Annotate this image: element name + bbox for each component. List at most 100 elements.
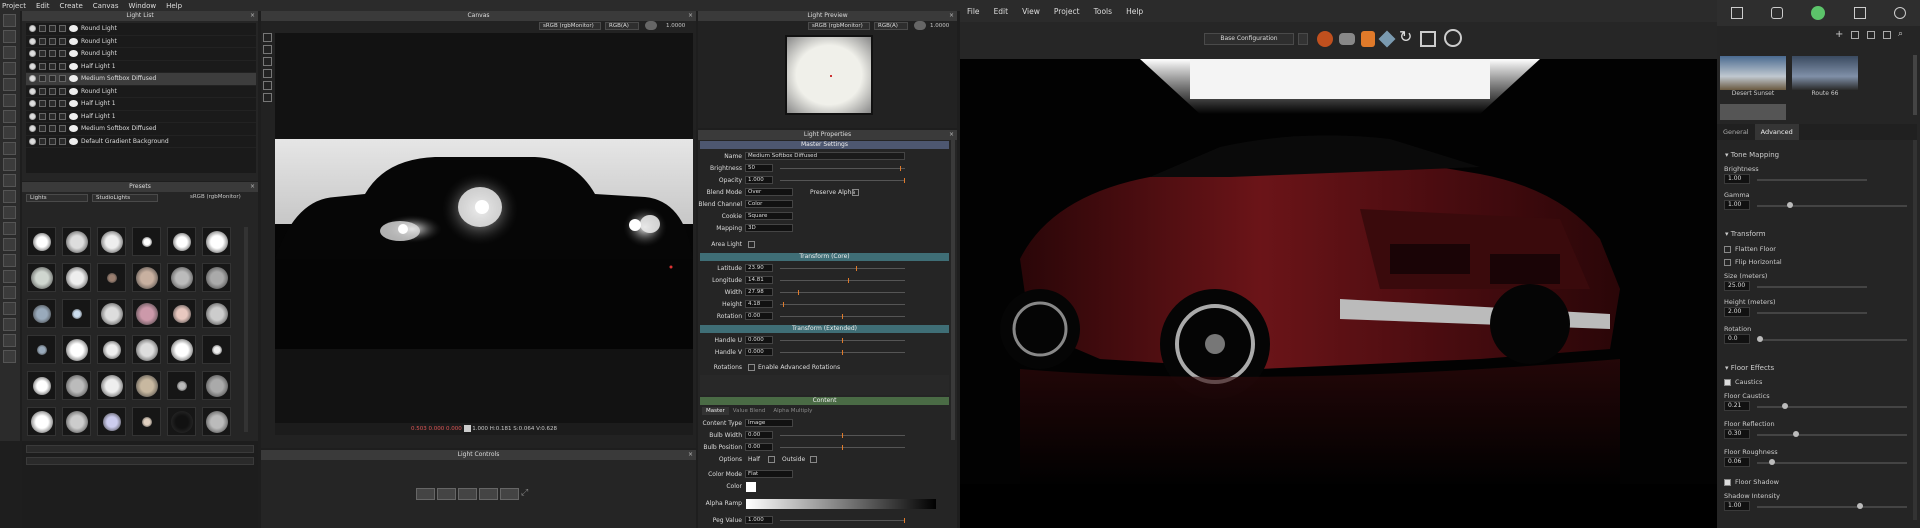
tool-button[interactable]: [3, 206, 16, 219]
lock-icon[interactable]: [49, 125, 56, 133]
handle-u-field[interactable]: 0.000: [745, 336, 773, 344]
menu-create[interactable]: Create: [60, 2, 83, 10]
camera-icon[interactable]: [1420, 31, 1436, 47]
cube-icon[interactable]: [1731, 7, 1744, 19]
list-view-icon[interactable]: [1883, 31, 1891, 39]
tool-button[interactable]: [3, 238, 16, 251]
tool-button[interactable]: [3, 302, 16, 315]
canvas-tool[interactable]: [263, 81, 272, 90]
tool-button[interactable]: [3, 62, 16, 75]
env-thumb-desert-sunset[interactable]: [1720, 56, 1786, 90]
light-list-item[interactable]: Medium Softbox Diffused: [26, 73, 256, 86]
render-viewport[interactable]: [960, 59, 1717, 484]
control-button[interactable]: [458, 488, 477, 500]
lock-icon[interactable]: [49, 62, 56, 70]
tab-advanced[interactable]: Advanced: [1754, 124, 1799, 140]
tool-button[interactable]: [3, 126, 16, 139]
tool-button[interactable]: [3, 286, 16, 299]
light-list-item[interactable]: Half Light 1: [26, 98, 256, 111]
height-field[interactable]: 2.00: [1724, 307, 1750, 317]
preset-thumbnail[interactable]: [167, 299, 196, 328]
tool-button[interactable]: [3, 174, 16, 187]
exposure-icon[interactable]: [645, 21, 657, 30]
close-icon[interactable]: ×: [949, 130, 954, 140]
light-list-item[interactable]: Default Gradient Background: [26, 136, 256, 148]
peg-value-slider[interactable]: [780, 518, 905, 523]
menu-edit[interactable]: Edit: [36, 2, 50, 10]
canvas-tool[interactable]: [263, 45, 272, 54]
lock-icon[interactable]: [49, 112, 56, 120]
visibility-icon[interactable]: [29, 112, 36, 120]
preview-exposure-value[interactable]: 1.0000: [930, 23, 949, 29]
preview-colorspace-select[interactable]: sRGB (rgbMonitor): [808, 22, 870, 30]
section-content[interactable]: Content: [700, 397, 949, 405]
visibility-icon[interactable]: [29, 37, 36, 45]
width-field[interactable]: 27.98: [745, 288, 773, 296]
light-list-item[interactable]: Round Light: [26, 86, 256, 98]
config-menu-icon[interactable]: [1298, 33, 1308, 45]
solo-icon[interactable]: [39, 100, 46, 108]
visibility-icon[interactable]: [29, 25, 36, 33]
preset-category-select[interactable]: Lights: [26, 194, 88, 202]
latitude-slider[interactable]: [780, 266, 905, 271]
light-list-item[interactable]: Round Light: [26, 48, 256, 61]
preset-thumbnail[interactable]: [27, 263, 56, 292]
visibility-icon[interactable]: [29, 87, 36, 95]
preset-thumbnail[interactable]: [27, 407, 56, 436]
bulb-width-slider[interactable]: [780, 433, 905, 438]
visibility-icon[interactable]: [29, 137, 36, 145]
tool-button[interactable]: [3, 30, 16, 43]
flip-horizontal-checkbox[interactable]: [1724, 258, 1731, 266]
solo-icon[interactable]: [39, 137, 46, 145]
shadow-intensity-field[interactable]: 1.00: [1724, 501, 1750, 511]
transform-header[interactable]: ▾ Transform: [1725, 230, 1766, 238]
canvas-tool[interactable]: [263, 93, 272, 102]
tool-button[interactable]: [3, 190, 16, 203]
section-transform-core[interactable]: Transform (Core): [700, 253, 949, 261]
brightness-field[interactable]: 50: [745, 164, 773, 172]
caustics-checkbox[interactable]: [1724, 378, 1731, 386]
preset-thumbnail[interactable]: [202, 335, 231, 364]
height-slider[interactable]: [1757, 312, 1867, 314]
close-icon[interactable]: ×: [688, 450, 693, 460]
height-field[interactable]: 4.18: [745, 300, 773, 308]
solo-icon[interactable]: [39, 37, 46, 45]
database-icon[interactable]: [1771, 7, 1784, 19]
visibility-icon[interactable]: [29, 62, 36, 70]
preset-thumbnail[interactable]: [62, 227, 91, 256]
visibility-icon[interactable]: [29, 125, 36, 133]
grid-view-icon[interactable]: [1867, 31, 1875, 39]
tool-button[interactable]: [3, 14, 16, 27]
section-transform-extended[interactable]: Transform (Extended): [700, 325, 949, 333]
render-icon[interactable]: [1317, 31, 1333, 47]
canvas-colorspace-select[interactable]: sRGB (rgbMonitor): [539, 22, 601, 30]
refresh-icon[interactable]: ↻: [1399, 27, 1412, 46]
tab-value-blend[interactable]: Value Blend: [729, 407, 770, 415]
light-list-item[interactable]: Round Light: [26, 36, 256, 48]
menu-help[interactable]: Help: [166, 2, 182, 10]
presets-colorspace[interactable]: sRGB (rgbMonitor): [190, 194, 241, 200]
preset-thumbnail[interactable]: [97, 407, 126, 436]
tab-master[interactable]: Master: [702, 407, 729, 415]
lock-icon[interactable]: [49, 50, 56, 58]
brightness-slider[interactable]: [1757, 179, 1867, 181]
preset-thumbnail[interactable]: [97, 263, 126, 292]
name-field[interactable]: Medium Softbox Diffused: [745, 152, 905, 160]
lighting-icon[interactable]: [1444, 29, 1462, 47]
lock-icon[interactable]: [49, 25, 56, 33]
menu-window[interactable]: Window: [128, 2, 156, 10]
preset-thumbnail[interactable]: [97, 335, 126, 364]
bulb-width-field[interactable]: 0.00: [745, 431, 773, 439]
preset-thumbnail[interactable]: [202, 371, 231, 400]
preset-thumbnail[interactable]: [97, 299, 126, 328]
tool-button[interactable]: [3, 142, 16, 155]
properties-scrollbar[interactable]: [951, 140, 955, 440]
preset-thumbnail[interactable]: [62, 371, 91, 400]
tab-general[interactable]: General: [1717, 124, 1755, 140]
camera-tab-icon[interactable]: [1853, 7, 1866, 19]
color-mode-select[interactable]: Flat: [745, 470, 793, 478]
canvas-channel-select[interactable]: RGB(A): [605, 22, 639, 30]
mute-icon[interactable]: [59, 100, 66, 108]
floor-reflection-slider[interactable]: [1757, 431, 1907, 437]
preset-thumbnail[interactable]: [202, 299, 231, 328]
